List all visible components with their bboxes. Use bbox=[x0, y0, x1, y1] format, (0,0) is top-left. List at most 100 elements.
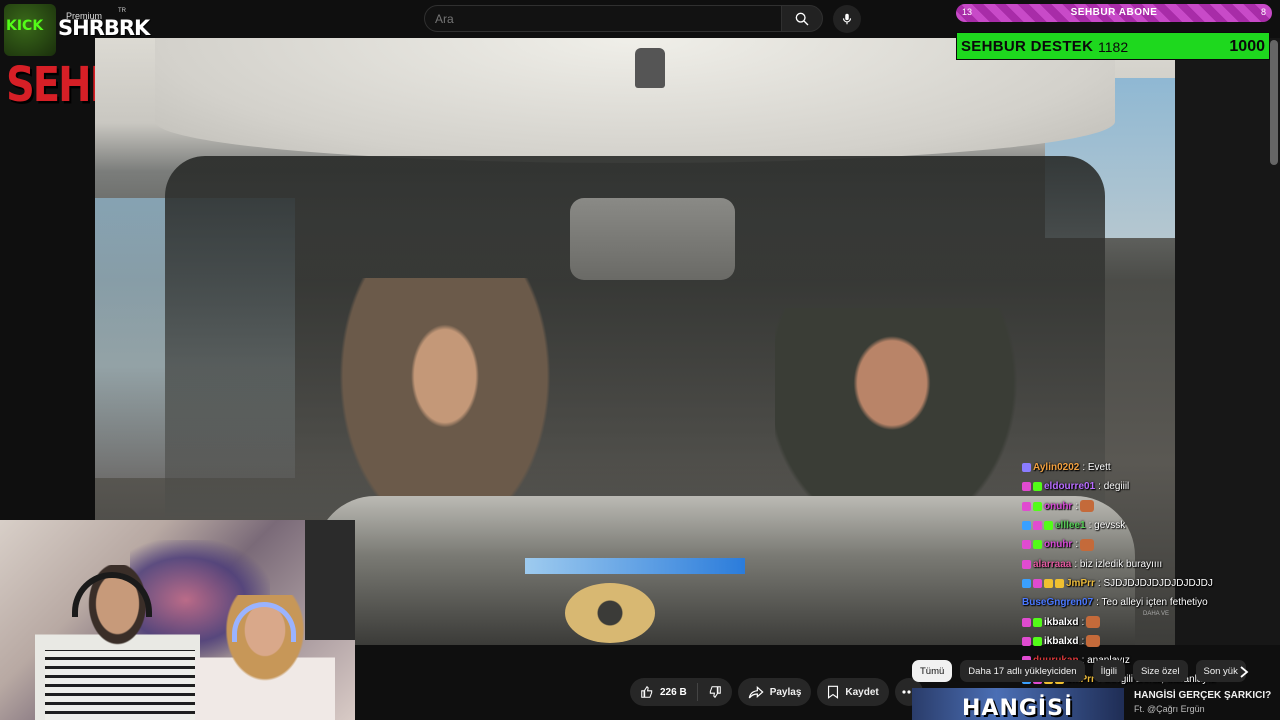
chat-username[interactable]: BuseGngren07 bbox=[1022, 597, 1093, 608]
save-label: Kaydet bbox=[845, 686, 879, 698]
search-button[interactable] bbox=[781, 5, 823, 32]
video-scene-antenna bbox=[635, 48, 665, 88]
bookmark-icon bbox=[828, 685, 839, 699]
chat-message: onuhr: bbox=[1022, 535, 1280, 554]
donation-goal-current: 1182 bbox=[1098, 39, 1129, 55]
chat-emote-icon bbox=[1080, 538, 1095, 551]
donation-goal-bar: SEHBUR DESTEK 1182 1000 bbox=[956, 32, 1270, 60]
share-icon bbox=[748, 686, 764, 699]
chat-badge-icon bbox=[1022, 501, 1031, 511]
subscriber-goal-end: 8 bbox=[1260, 7, 1266, 17]
filter-chip[interactable]: Tümü bbox=[912, 660, 953, 682]
dislike-button[interactable] bbox=[698, 685, 732, 699]
chat-emote-icon bbox=[1080, 500, 1095, 513]
like-button[interactable]: 226 B bbox=[630, 685, 697, 699]
chat-badge-icon bbox=[1022, 521, 1031, 531]
chat-message: eldourre01: degiiil bbox=[1022, 477, 1280, 496]
chat-badge-icon bbox=[1033, 540, 1042, 550]
chips-next-button[interactable] bbox=[1236, 664, 1252, 680]
thumbs-up-icon bbox=[641, 685, 653, 698]
channel-logo: SHRBRK bbox=[58, 16, 150, 40]
thumbs-down-icon bbox=[709, 686, 721, 699]
microphone-icon bbox=[842, 13, 852, 25]
premium-region: TR bbox=[118, 8, 126, 14]
donation-goal-target: 1000 bbox=[1229, 38, 1265, 55]
filter-chip[interactable]: Size özel bbox=[1132, 660, 1188, 682]
chat-emote-icon bbox=[1086, 616, 1101, 629]
chat-message: alarraaa: biz izledik burayıııı bbox=[1022, 554, 1280, 573]
chat-text: : bbox=[1075, 539, 1079, 551]
chat-message: JmPrr: SJDJDJDJDJDJDJDJDJ bbox=[1022, 574, 1280, 593]
video-actions: 226 B Paylaş Kaydet bbox=[630, 678, 923, 706]
chat-text: : SJDJDJDJDJDJDJDJDJ bbox=[1097, 577, 1213, 589]
chat-username[interactable]: onuhr bbox=[1044, 501, 1072, 512]
share-button[interactable]: Paylaş bbox=[737, 678, 812, 706]
chat-message: ikbalxd: bbox=[1022, 612, 1280, 631]
chat-badge-icon bbox=[1022, 482, 1031, 492]
chat-badge-icon bbox=[1022, 463, 1031, 473]
chat-text: : bbox=[1081, 616, 1085, 628]
chat-badge-icon bbox=[1022, 636, 1031, 646]
chat-badge-icon bbox=[1033, 617, 1042, 627]
chat-badge-icon bbox=[1044, 578, 1053, 588]
chat-text: : bbox=[1081, 635, 1085, 647]
chat-badge-icon bbox=[1022, 617, 1031, 627]
chevron-right-icon bbox=[1240, 666, 1249, 678]
chat-badge-icon bbox=[1033, 578, 1042, 588]
chat-text: : bbox=[1075, 500, 1079, 512]
video-scene-tape-roll bbox=[565, 583, 655, 643]
chat-message: elllee1: gevssk bbox=[1022, 516, 1280, 535]
search-input[interactable] bbox=[424, 5, 782, 32]
chat-text: : gevssk bbox=[1088, 520, 1126, 532]
suggested-thumbnail-text: HANGİSİ bbox=[962, 696, 1074, 720]
chat-username[interactable]: ikbalxd bbox=[1044, 617, 1078, 628]
chat-badge-icon bbox=[1033, 501, 1042, 511]
filter-chip[interactable]: Daha 17 adlı yükleyiciden bbox=[960, 660, 1085, 682]
chat-text: : degiiil bbox=[1098, 481, 1130, 493]
chat-username[interactable]: eldourre01 bbox=[1044, 481, 1095, 492]
subscriber-goal-bar: 13 SEHBUR ABONE 8 bbox=[956, 4, 1272, 22]
chat-badge-icon bbox=[1022, 559, 1031, 569]
chat-username[interactable]: ikbalxd bbox=[1044, 636, 1078, 647]
chat-message: ikbalxd: bbox=[1022, 632, 1280, 651]
chat-badge-icon bbox=[1044, 521, 1053, 531]
chat-text: : Teo alleyi içten fethetiyo bbox=[1096, 597, 1208, 609]
chat-message: BuseGngren07: Teo alleyi içten fethetiyo bbox=[1022, 593, 1280, 612]
like-dislike-group: 226 B bbox=[630, 678, 732, 706]
filter-chip[interactable]: İlgili bbox=[1092, 660, 1125, 682]
chat-overlay: Aylin0202: Evett eldourre01: degiiil onuhr… bbox=[1022, 458, 1280, 690]
page-scrollbar[interactable] bbox=[1270, 40, 1278, 165]
chat-badge-icon bbox=[1033, 521, 1042, 531]
video-scene-blue-strip bbox=[525, 558, 745, 574]
like-count: 226 B bbox=[660, 686, 687, 698]
subscriber-goal-label: SEHBUR ABONE bbox=[1070, 7, 1158, 18]
donation-goal-label: SEHBUR DESTEK bbox=[961, 38, 1094, 55]
chat-badge-icon bbox=[1022, 540, 1031, 550]
chat-message: Aylin0202: Evett bbox=[1022, 458, 1280, 477]
chat-message: onuhr: bbox=[1022, 497, 1280, 516]
chat-text: : Evett bbox=[1082, 462, 1111, 474]
chat-username[interactable]: Aylin0202 bbox=[1033, 462, 1079, 473]
video-scene-mirror bbox=[570, 198, 735, 280]
chat-badge-icon bbox=[1033, 636, 1042, 646]
chat-emote-icon bbox=[1086, 635, 1101, 648]
chat-username[interactable]: elllee1 bbox=[1055, 520, 1086, 531]
chat-badge-icon bbox=[1055, 578, 1064, 588]
chat-badge-icon bbox=[1033, 482, 1042, 492]
suggested-video-title[interactable]: HANGİSİ GERÇEK ŞARKICI? bbox=[1134, 690, 1271, 701]
recommendation-filter-chips: Tümü Daha 17 adlı yükleyiciden İlgili Size … bbox=[912, 660, 1246, 682]
suggested-video-thumbnail[interactable]: HANGİSİ bbox=[912, 688, 1124, 720]
voice-search-button[interactable] bbox=[833, 5, 861, 33]
chat-username[interactable]: onuhr bbox=[1044, 539, 1072, 550]
chat-text: : biz izledik burayıııı bbox=[1074, 558, 1163, 570]
save-button[interactable]: Kaydet bbox=[817, 678, 889, 706]
streamer-webcam bbox=[0, 520, 355, 720]
chat-badge-icon bbox=[1022, 578, 1031, 588]
chat-username[interactable]: JmPrr bbox=[1066, 578, 1095, 589]
kick-logo-text: KICK bbox=[6, 18, 44, 34]
suggested-video-channel[interactable]: Ft. @Çağrı Ergün bbox=[1134, 704, 1205, 714]
share-label: Paylaş bbox=[769, 686, 802, 698]
search-icon bbox=[795, 12, 809, 25]
chat-username[interactable]: alarraaa bbox=[1033, 559, 1071, 570]
webcam-striped-shirt bbox=[45, 650, 195, 720]
